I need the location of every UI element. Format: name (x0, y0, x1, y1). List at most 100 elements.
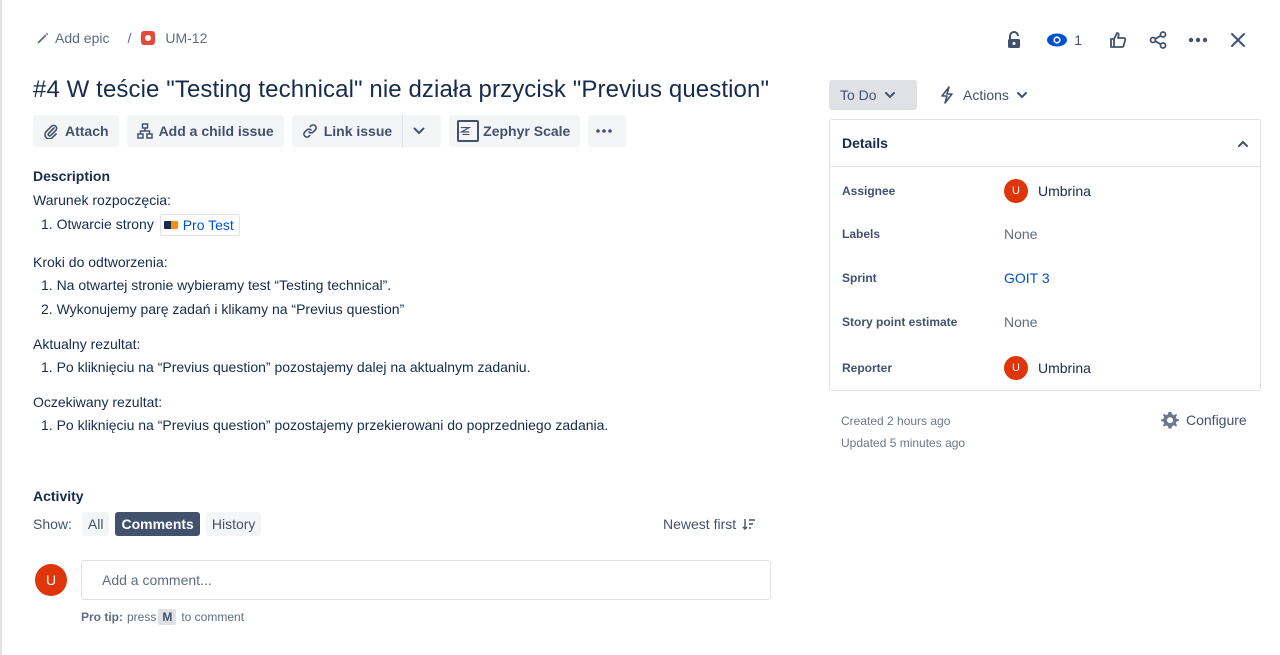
breadcrumb: Add epic / UM-12 (36, 30, 207, 46)
actual-label: Aktualny rezultat: (33, 336, 141, 352)
pro-test-link[interactable]: Pro Test (159, 214, 240, 236)
filter-comments[interactable]: Comments (115, 512, 200, 536)
steps-block: Kroki do odtworzenia: 1. Na otwartej str… (33, 254, 773, 318)
shortcut-key: M (158, 609, 177, 625)
activity-filter-row: Show: All Comments History (33, 512, 267, 536)
watch-button[interactable]: 1 (1046, 32, 1082, 48)
details-heading: Details (842, 135, 888, 151)
link-icon (302, 124, 317, 138)
labels-value[interactable]: None (1004, 226, 1037, 242)
story-points-label: Story point estimate (842, 315, 958, 329)
actions-label: Actions (963, 87, 1009, 103)
paperclip-icon (44, 124, 58, 139)
sort-label: Newest first (663, 516, 737, 532)
breadcrumb-separator: / (127, 30, 132, 46)
sprint-row[interactable]: Sprint GOIT 3 (842, 270, 1250, 286)
assignee-value[interactable]: U Umbrina (1004, 179, 1091, 203)
labels-label: Labels (842, 227, 881, 241)
thumbs-up-icon[interactable] (1104, 26, 1132, 54)
attach-label: Attach (65, 123, 109, 139)
list-item-text: 1. Otwarcie strony (41, 216, 154, 232)
issue-title[interactable]: #4 W teście "Testing technical" nie dzia… (33, 76, 769, 104)
description-section[interactable]: Description Warunek rozpoczęcia: 1. Otwa… (33, 168, 773, 452)
chevron-down-icon (884, 91, 895, 98)
eye-icon (1047, 33, 1068, 47)
created-timestamp: Created 2 hours ago (841, 414, 951, 428)
details-panel: Details Assignee U Umbrina Labels None S… (829, 119, 1261, 391)
labels-row[interactable]: Labels None (842, 226, 1250, 242)
reporter-row[interactable]: Reporter U Umbrina (842, 356, 1250, 380)
story-points-value[interactable]: None (1004, 314, 1037, 330)
story-points-row[interactable]: Story point estimate None (842, 314, 1250, 330)
avatar: U (1004, 179, 1028, 203)
sort-newest-first-button[interactable]: Newest first (663, 516, 756, 532)
pro-test-logo-icon (163, 221, 178, 229)
sprint-link[interactable]: GOIT 3 (1004, 270, 1050, 286)
attach-button[interactable]: Attach (33, 115, 119, 147)
list-item: 1. Otwarcie strony Pro Test (41, 214, 773, 236)
status-dropdown[interactable]: To Do (829, 80, 917, 110)
pencil-icon (37, 32, 49, 44)
activity-heading: Activity (33, 488, 84, 504)
precondition-label: Warunek rozpoczęcia: (33, 192, 171, 208)
filter-all[interactable]: All (81, 512, 110, 536)
show-label: Show: (33, 516, 72, 532)
comment-input[interactable]: Add a comment... (81, 560, 771, 600)
link-issue-button[interactable]: Link issue (291, 115, 403, 147)
zephyr-scale-button[interactable]: Zephyr Scale (449, 115, 581, 147)
sort-icon (742, 519, 756, 530)
hierarchy-icon (136, 123, 153, 139)
chevron-down-icon (1016, 91, 1027, 98)
list-item: 2. Wykonujemy parę zadań i klikamy na “P… (41, 301, 405, 317)
pro-tip-label: Pro tip: (81, 610, 123, 624)
sprint-label: Sprint (842, 271, 877, 285)
chevron-down-icon (413, 127, 425, 135)
expected-label: Oczekiwany rezultat: (33, 394, 163, 410)
left-edge-divider (0, 0, 2, 655)
list-item: 1. Na otwartej stronie wybieramy test “T… (41, 277, 392, 293)
actions-dropdown[interactable]: Actions (939, 80, 1027, 110)
reporter-name: Umbrina (1038, 360, 1091, 376)
add-child-issue-button[interactable]: Add a child issue (126, 115, 284, 147)
assignee-name: Umbrina (1038, 183, 1091, 199)
issue-key-link[interactable]: UM-12 (165, 30, 207, 46)
expected-block: Oczekiwany rezultat: 1. Po kliknięciu na… (33, 394, 773, 434)
zephyr-label: Zephyr Scale (483, 123, 571, 139)
reporter-value[interactable]: U Umbrina (1004, 356, 1091, 380)
link-issue-dropdown[interactable] (402, 115, 442, 147)
reporter-label: Reporter (842, 361, 893, 375)
configure-button[interactable]: Configure (1160, 410, 1247, 430)
chevron-up-icon[interactable] (1238, 140, 1248, 147)
more-icon (596, 129, 613, 133)
assignee-row[interactable]: Assignee U Umbrina (842, 179, 1250, 203)
list-item: 1. Po kliknięciu na “Previus question” p… (41, 359, 531, 375)
assignee-label: Assignee (842, 184, 896, 198)
filter-history[interactable]: History (205, 512, 262, 536)
watch-count: 1 (1074, 32, 1082, 48)
lock-icon[interactable] (1000, 26, 1028, 54)
more-icon[interactable] (1184, 26, 1212, 54)
avatar: U (1004, 356, 1028, 380)
link-issue-label: Link issue (323, 123, 393, 139)
pro-tip-tail: to comment (181, 610, 245, 624)
issue-header-actions: 1 (988, 26, 1252, 54)
updated-timestamp: Updated 5 minutes ago (841, 436, 966, 450)
configure-label: Configure (1186, 412, 1247, 428)
pro-tip: Pro tip: press M to comment (81, 609, 244, 625)
pro-test-link-label: Pro Test (182, 217, 234, 233)
description-heading: Description (33, 168, 111, 184)
precondition-block: Warunek rozpoczęcia: 1. Otwarcie strony … (33, 192, 773, 236)
list-item: 1. Po kliknięciu na “Previus question” p… (41, 417, 609, 433)
details-header[interactable]: Details (830, 120, 1260, 167)
share-icon[interactable] (1144, 26, 1172, 54)
bug-icon (141, 31, 156, 45)
pro-tip-press: press (127, 610, 157, 624)
toolbar-more-button[interactable] (588, 115, 627, 147)
steps-label: Kroki do odtworzenia: (33, 254, 168, 270)
close-icon[interactable] (1224, 26, 1252, 54)
add-epic-link[interactable]: Add epic (55, 30, 109, 46)
zephyr-icon (457, 120, 480, 142)
link-issue-split-button: Link issue (291, 115, 442, 147)
current-user-avatar: U (35, 564, 67, 596)
issue-toolbar: Attach Add a child issue Link issue Zeph… (33, 115, 634, 147)
